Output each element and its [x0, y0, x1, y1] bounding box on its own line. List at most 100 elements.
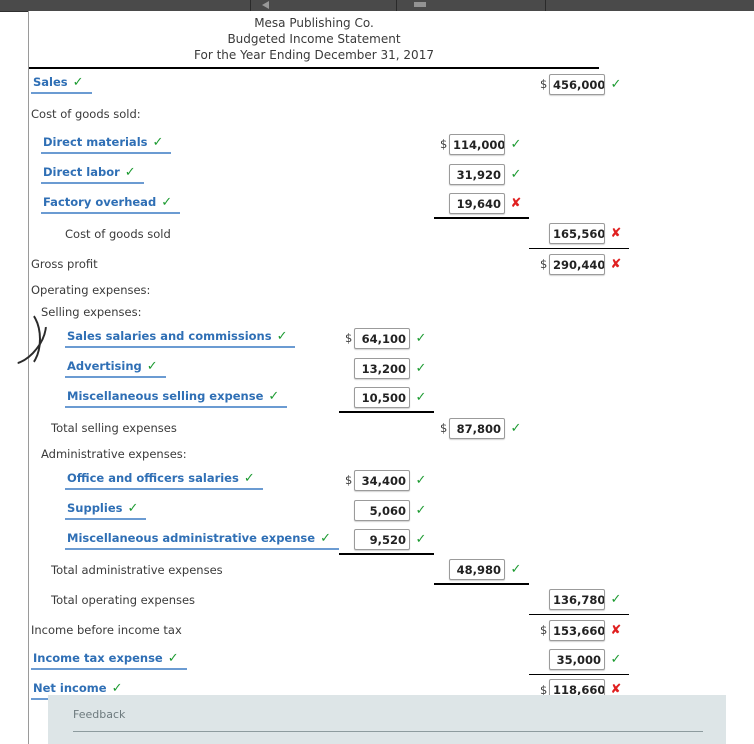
account-select-supplies[interactable]: Supplies ✓ [65, 501, 147, 520]
spacer-cell [339, 645, 434, 675]
account-select-misc-admin[interactable]: Miscellaneous administrative expense ✓ [65, 531, 339, 550]
spacer-cell [339, 413, 434, 443]
label-correct-icon: ✓ [152, 134, 164, 150]
account-label: Sales [33, 74, 68, 89]
amount-input-advertising[interactable]: 13,200 [354, 357, 410, 379]
amount-input-total-admin[interactable]: 48,980 [449, 558, 505, 580]
table-row-supplies: Supplies ✓ $ 5,060 ✓ [29, 495, 629, 525]
spacer-cell [434, 219, 529, 249]
account-select-office-salaries[interactable]: Office and officers salaries ✓ [65, 471, 263, 490]
feedback-label: Feedback [73, 708, 126, 721]
spacer-cell [339, 555, 434, 585]
label-correct-icon: ✓ [146, 358, 158, 374]
speaker-icon[interactable] [262, 1, 269, 9]
account-select-direct-labor[interactable]: Direct labor ✓ [41, 165, 144, 184]
section-heading-cogs: Cost of goods sold: [31, 107, 141, 121]
spacer-cell [529, 353, 629, 383]
table-row-misc-selling: Miscellaneous selling expense ✓ $ 10,500 … [29, 383, 629, 413]
table-row-selling-heading: Selling expenses: [29, 301, 629, 323]
amount-input-office-salaries[interactable]: 34,400 [354, 469, 410, 491]
row-label-gross-profit: Gross profit [31, 257, 98, 271]
spacer-cell [434, 279, 529, 301]
amount-input-income-before-tax[interactable]: 153,660 [549, 619, 605, 641]
amount-input-sales-salaries[interactable]: 64,100 [354, 327, 410, 349]
spacer-cell [529, 323, 629, 353]
spacer-cell [434, 249, 529, 279]
dollar-sign: $ [540, 623, 548, 637]
amount-input-total-operating[interactable]: 136,780 [549, 589, 605, 610]
label-correct-icon: ✓ [243, 470, 255, 486]
account-select-sales[interactable]: Sales ✓ [31, 75, 92, 94]
amount-cell-total-admin: $ 48,980 ✓ [434, 555, 529, 585]
spacer-cell [529, 555, 629, 585]
table-row-gross-profit: Gross profit $ 290,440 ✘ [29, 249, 629, 279]
spacer-cell [339, 129, 434, 159]
amount-input-supplies[interactable]: 5,060 [354, 499, 410, 521]
amount-input-sales[interactable]: 456,000 [549, 73, 605, 95]
spacer-cell [339, 585, 434, 615]
amount-input-gross-profit[interactable]: 290,440 [549, 253, 605, 275]
table-row-cogs-total: Cost of goods sold $ 165,560 ✘ [29, 219, 629, 249]
statement-period: For the Year Ending December 31, 2017 [194, 48, 434, 62]
row-label-cell: Supplies ✓ [29, 495, 339, 525]
row-label-total-admin: Total administrative expenses [51, 563, 223, 577]
amount-cell-cogs-total: $ 165,560 ✘ [529, 219, 629, 249]
label-correct-icon: ✓ [268, 388, 280, 404]
spacer-cell [434, 323, 529, 353]
account-label: Sales salaries and commissions [67, 328, 272, 343]
spacer-cell [434, 465, 529, 495]
amount-input-misc-selling[interactable]: 10,500 [354, 386, 410, 408]
account-select-advertising[interactable]: Advertising ✓ [65, 359, 166, 378]
row-label-cell: Factory overhead ✓ [29, 189, 339, 219]
amount-correct-icon: ✓ [415, 389, 427, 405]
amount-incorrect-icon: ✘ [510, 195, 522, 211]
amount-cell-income-before-tax: $ 153,660 ✘ [529, 615, 629, 645]
account-label: Office and officers salaries [67, 470, 239, 485]
spacer-cell [434, 353, 529, 383]
amount-correct-icon: ✓ [510, 136, 522, 152]
amount-input-income-tax-expense[interactable]: 35,000 [549, 649, 605, 670]
spacer-cell [339, 443, 434, 465]
amount-correct-icon: ✓ [510, 166, 522, 182]
account-label: Miscellaneous administrative expense [67, 530, 316, 545]
amount-input-direct-materials[interactable]: 114,000 [449, 133, 505, 155]
spacer-cell [434, 99, 529, 129]
row-label-cell: Advertising ✓ [29, 353, 339, 383]
spacer-cell [529, 383, 629, 413]
table-row-cogs-heading: Cost of goods sold: [29, 99, 629, 129]
income-statement: Mesa Publishing Co. Budgeted Income Stat… [29, 11, 754, 705]
amount-cell-supplies: $ 5,060 ✓ [339, 495, 434, 525]
dollar-sign: $ [540, 257, 548, 271]
amount-cell-misc-selling: $ 10,500 ✓ [339, 383, 434, 413]
spacer-cell [339, 249, 434, 279]
row-label-total-selling: Total selling expenses [51, 421, 177, 435]
amount-input-total-selling[interactable]: 87,800 [449, 417, 505, 439]
amount-input-direct-labor[interactable]: 31,920 [449, 163, 505, 185]
account-select-sales-salaries[interactable]: Sales salaries and commissions ✓ [65, 328, 296, 348]
statement-title: Budgeted Income Statement [227, 32, 401, 46]
amount-correct-icon: ✓ [415, 360, 427, 376]
label-correct-icon: ✓ [320, 530, 331, 546]
account-select-misc-selling[interactable]: Miscellaneous selling expense ✓ [65, 388, 288, 408]
amount-input-misc-admin[interactable]: 9,520 [354, 528, 410, 550]
account-label: Miscellaneous selling expense [67, 388, 264, 403]
amount-input-factory-overhead[interactable]: 19,640 [449, 192, 505, 214]
account-select-factory-overhead[interactable]: Factory overhead ✓ [41, 194, 181, 214]
amount-correct-icon: ✓ [610, 652, 622, 667]
amount-cell-total-operating: $ 136,780 ✓ [529, 585, 629, 615]
account-label: Factory overhead [43, 194, 157, 209]
amount-input-cogs-total[interactable]: 165,560 [549, 223, 605, 244]
window-icon[interactable] [414, 2, 426, 7]
label-correct-icon: ✓ [161, 194, 173, 210]
worksheet-page-frame: Mesa Publishing Co. Budgeted Income Stat… [0, 11, 754, 744]
label-correct-icon: ✓ [124, 164, 136, 180]
account-select-direct-materials[interactable]: Direct materials ✓ [41, 134, 172, 154]
table-row-total-admin: Total administrative expenses $ 48,980 ✓ [29, 555, 629, 585]
amount-correct-icon: ✓ [415, 531, 427, 547]
spacer-cell [339, 219, 434, 249]
account-select-income-tax-expense[interactable]: Income tax expense ✓ [31, 651, 187, 670]
spacer-cell [339, 615, 434, 645]
feedback-panel: Feedback [48, 695, 726, 744]
spacer-cell [434, 615, 529, 645]
table-row-office-salaries: Office and officers salaries ✓ $ 34,400 ✓ [29, 465, 629, 495]
